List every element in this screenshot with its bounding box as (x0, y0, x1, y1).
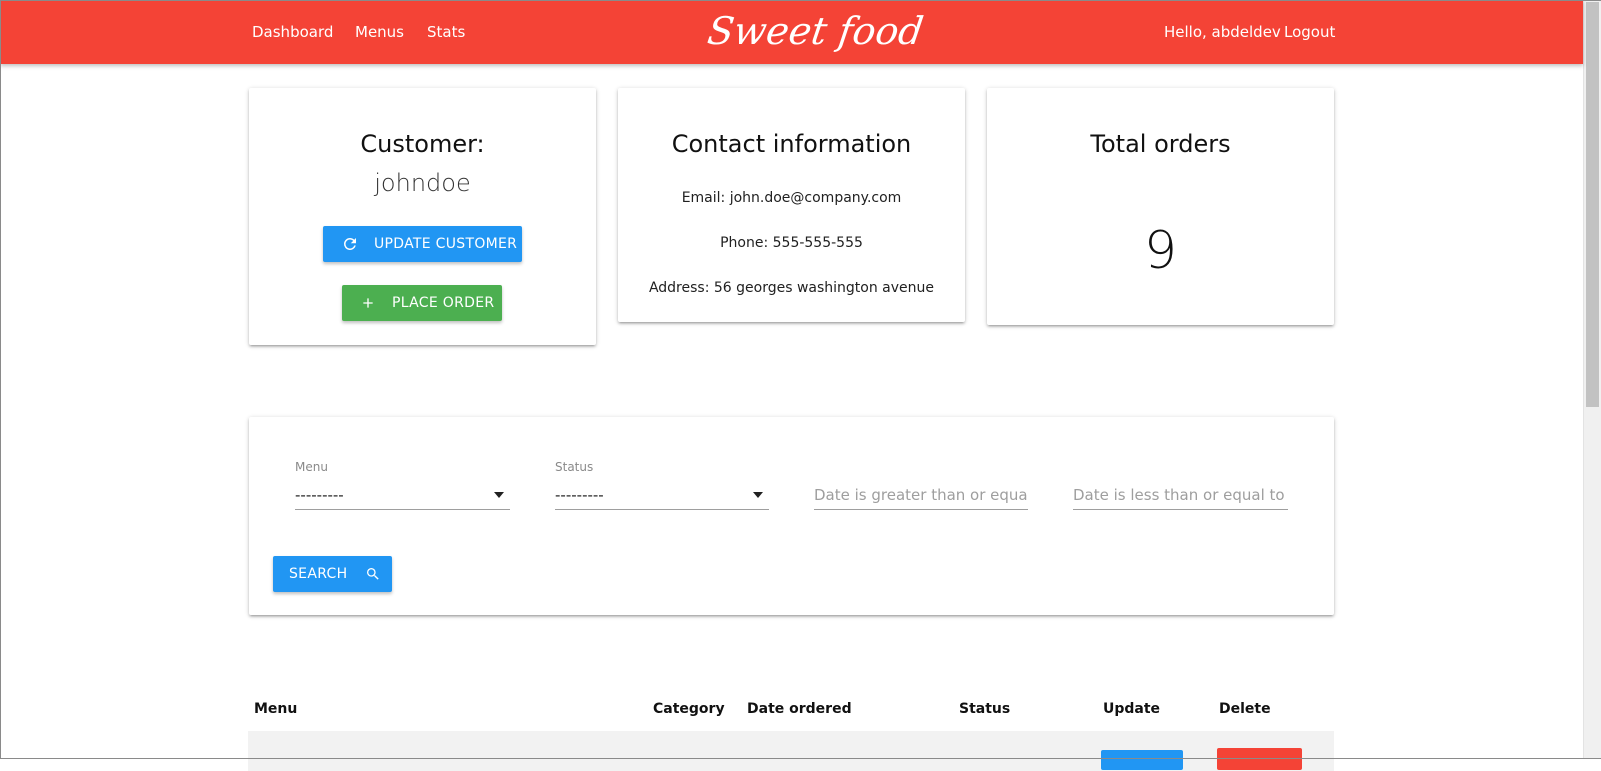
filter-card: Menu --------- Status --------- SEARCH (249, 417, 1334, 615)
update-customer-button[interactable]: UPDATE CUSTOMER (323, 226, 522, 262)
nav-link-stats[interactable]: Stats (427, 22, 465, 42)
contact-card: Contact information Email: john.doe@comp… (618, 88, 965, 322)
customer-name: johndoe (374, 169, 471, 197)
column-header-update: Update (1103, 701, 1161, 717)
row-update-button[interactable] (1101, 750, 1183, 770)
nav-link-dashboard[interactable]: Dashboard (252, 22, 333, 42)
update-customer-label: UPDATE CUSTOMER (374, 236, 518, 252)
search-button[interactable]: SEARCH (273, 556, 392, 592)
status-select-value: --------- (555, 486, 604, 504)
date-to-input[interactable] (1073, 480, 1288, 510)
column-header-category: Category (653, 701, 725, 717)
total-orders-card: Total orders 9 (987, 88, 1334, 325)
menu-select[interactable]: --------- (295, 480, 510, 510)
brand-logo[interactable]: Sweet food (704, 6, 926, 56)
customer-card: Customer: johndoe UPDATE CUSTOMER PLACE … (249, 88, 596, 345)
contact-email: Email: john.doe@company.com (681, 190, 902, 206)
place-order-label: PLACE ORDER (392, 295, 495, 311)
menu-select-value: --------- (295, 486, 344, 504)
status-select[interactable]: --------- (555, 480, 769, 510)
date-from-input[interactable] (814, 480, 1028, 510)
plus-icon (360, 295, 376, 311)
scrollbar-thumb[interactable] (1586, 2, 1599, 407)
customer-card-title: Customer: (360, 130, 485, 158)
chevron-down-icon (753, 492, 763, 498)
menu-filter-label: Menu (295, 460, 328, 474)
contact-card-title: Contact information (671, 130, 912, 158)
table-row (248, 731, 1334, 771)
column-header-date-ordered: Date ordered (747, 701, 852, 717)
total-orders-count: 9 (1143, 221, 1178, 281)
logout-link[interactable]: Logout (1284, 22, 1335, 42)
place-order-button[interactable]: PLACE ORDER (342, 285, 502, 321)
search-icon (365, 566, 381, 582)
user-greeting: Hello, abdeldev (1164, 23, 1281, 41)
total-orders-title: Total orders (1090, 130, 1231, 158)
status-filter-label: Status (555, 460, 594, 474)
contact-address: Address: 56 georges washington avenue (648, 280, 935, 296)
search-button-label: SEARCH (289, 566, 348, 582)
column-header-menu: Menu (254, 701, 298, 717)
refresh-icon (341, 235, 359, 253)
contact-phone: Phone: 555-555-555 (720, 235, 863, 251)
nav-link-menus[interactable]: Menus (355, 22, 404, 42)
row-delete-button[interactable] (1217, 748, 1302, 770)
column-header-status: Status (959, 701, 1011, 717)
chevron-down-icon (494, 492, 504, 498)
column-header-delete: Delete (1219, 701, 1271, 717)
scrollbar[interactable] (1583, 0, 1601, 759)
navbar: Dashboard Menus Stats Sweet food Hello, … (0, 0, 1583, 64)
